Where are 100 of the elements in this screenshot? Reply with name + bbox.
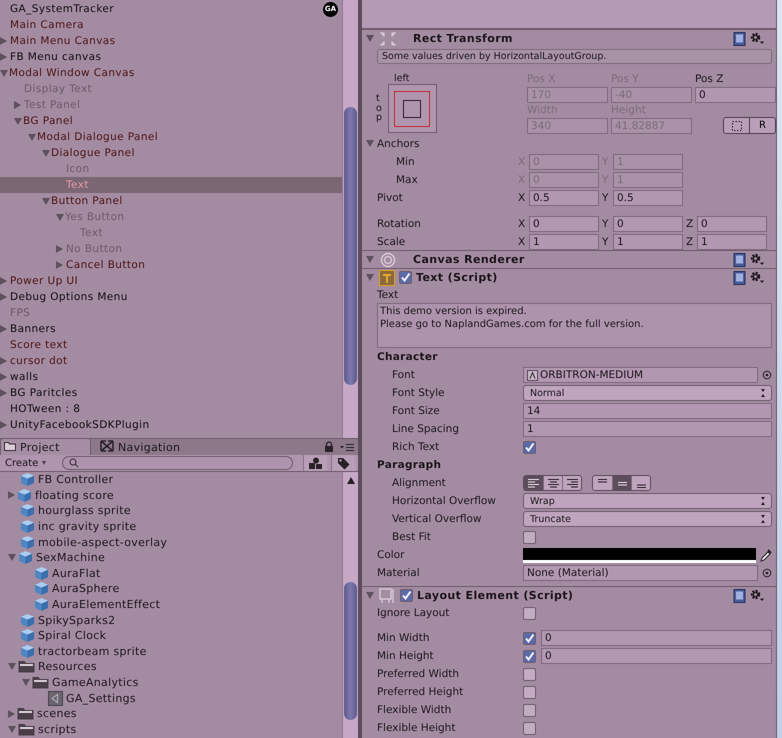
component-header[interactable]: Layout Element (Script): [362, 586, 776, 604]
hierarchy-item[interactable]: Main Camera: [0, 17, 342, 33]
object-field[interactable]: ORBITRON-MEDIUM: [523, 367, 758, 383]
filter-by-label-button[interactable]: [331, 455, 355, 471]
disclosure-arrow-icon[interactable]: [14, 118, 22, 124]
dropdown[interactable]: Truncate: [523, 511, 772, 527]
hierarchy-item[interactable]: UnityFacebookSDKPlugin: [0, 417, 342, 433]
scrollbar-thumb[interactable]: [344, 107, 357, 385]
eyedropper-icon[interactable]: [760, 548, 772, 562]
hierarchy-item[interactable]: Score text: [0, 337, 342, 353]
raw-edit-button[interactable]: R: [750, 117, 776, 134]
gear-icon[interactable]: [750, 589, 764, 602]
hierarchy-item[interactable]: Power Up UI: [0, 273, 342, 289]
asset-item[interactable]: GA_Settings: [0, 690, 342, 706]
disclosure-arrow-icon[interactable]: [0, 389, 7, 397]
help-book-icon[interactable]: [733, 270, 746, 284]
text-area[interactable]: This demo version is expired. Please go to NaplandGames.com for the full version.: [377, 303, 772, 348]
gear-icon[interactable]: [750, 271, 764, 284]
anchor-preset-button[interactable]: [388, 84, 436, 133]
disclosure-arrow-icon[interactable]: [366, 592, 374, 599]
blueprint-mode-button[interactable]: [723, 117, 750, 134]
hierarchy-item[interactable]: Modal Window Canvas: [0, 65, 342, 81]
checkbox[interactable]: [523, 686, 536, 698]
checkbox[interactable]: [523, 606, 536, 620]
asset-item[interactable]: FB Controller: [0, 472, 342, 488]
align-bottom-button[interactable]: [631, 476, 650, 490]
align-middle-button[interactable]: [612, 476, 631, 490]
disclosure-arrow-icon[interactable]: [0, 293, 7, 301]
asset-item[interactable]: Resources: [0, 659, 342, 675]
disclosure-arrow-icon[interactable]: [42, 150, 50, 156]
disclosure-arrow-icon[interactable]: [366, 35, 374, 42]
hierarchy-item[interactable]: Modal Dialogue Panel: [0, 129, 342, 145]
hierarchy-item[interactable]: BG Paritcles: [0, 385, 342, 401]
disclosure-arrow-icon[interactable]: [56, 261, 63, 269]
hierarchy-item[interactable]: Cancel Button: [0, 257, 342, 273]
asset-item[interactable]: AuraElementEffect: [0, 596, 342, 612]
align-left-button[interactable]: [524, 476, 543, 490]
component-header[interactable]: Text (Script): [362, 268, 776, 286]
align-top-button[interactable]: [593, 476, 612, 490]
gear-icon[interactable]: [750, 253, 764, 266]
color-swatch[interactable]: [523, 548, 756, 562]
hierarchy-item[interactable]: Button Panel: [0, 193, 342, 209]
disclosure-arrow-icon[interactable]: [0, 70, 8, 76]
number-field[interactable]: 1: [697, 234, 767, 250]
number-field[interactable]: 1: [529, 234, 599, 250]
number-field[interactable]: 0: [697, 216, 767, 232]
hierarchy-item[interactable]: HOTween : 8: [0, 401, 342, 417]
menu-icon[interactable]: [340, 443, 354, 452]
help-book-icon[interactable]: [733, 32, 746, 46]
number-field[interactable]: 0: [695, 87, 776, 103]
search-field[interactable]: [62, 456, 293, 470]
scrollbar[interactable]: [342, 472, 358, 738]
checkbox[interactable]: [523, 530, 536, 544]
asset-item[interactable]: scenes: [0, 706, 342, 722]
disclosure-arrow-icon[interactable]: [0, 357, 7, 365]
asset-item[interactable]: tractorbeam sprite: [0, 644, 342, 660]
number-field[interactable]: 0: [541, 648, 772, 664]
align-right-button[interactable]: [562, 476, 581, 490]
asset-item[interactable]: mobile-aspect-overlay: [0, 534, 342, 550]
disclosure-arrow-icon[interactable]: [0, 53, 7, 61]
disclosure-arrow-icon[interactable]: [28, 134, 36, 140]
object-picker-icon[interactable]: [762, 568, 772, 578]
lock-icon[interactable]: [324, 441, 334, 452]
asset-item[interactable]: scripts: [0, 722, 342, 738]
dropdown[interactable]: Normal: [523, 385, 772, 401]
asset-item[interactable]: AuraSphere: [0, 581, 342, 597]
hierarchy-item[interactable]: Debug Options Menu: [0, 289, 342, 305]
hierarchy-item[interactable]: Main Menu Canvas: [0, 33, 342, 49]
disclosure-arrow-icon[interactable]: [0, 373, 7, 381]
scrollbar[interactable]: [342, 0, 358, 438]
asset-item[interactable]: floating score: [0, 488, 342, 504]
hierarchy-item[interactable]: Banners: [0, 321, 342, 337]
asset-item[interactable]: SpikySparks2: [0, 612, 342, 628]
asset-item[interactable]: AuraFlat: [0, 566, 342, 582]
hierarchy-item[interactable]: cursor dot: [0, 353, 342, 369]
hierarchy-item[interactable]: BG Panel: [0, 113, 342, 129]
object-picker-icon[interactable]: [762, 370, 772, 380]
disclosure-arrow-icon[interactable]: [0, 277, 7, 285]
dropdown[interactable]: Wrap: [523, 493, 772, 509]
help-book-icon[interactable]: [733, 252, 746, 266]
number-field[interactable]: 0.5: [613, 190, 683, 206]
disclosure-arrow-icon[interactable]: [366, 256, 374, 263]
input-field[interactable]: 1: [523, 421, 772, 437]
disclosure-arrow-icon[interactable]: [0, 37, 7, 45]
component-header[interactable]: Rect Transform: [362, 29, 776, 47]
panel-tab[interactable]: Project: [0, 438, 91, 455]
object-field[interactable]: None (Material): [523, 565, 758, 581]
checkbox[interactable]: [523, 632, 536, 644]
asset-item[interactable]: Spiral Clock: [0, 628, 342, 644]
checkbox[interactable]: [523, 650, 536, 662]
filter-by-type-button[interactable]: [303, 455, 327, 471]
create-dropdown[interactable]: Create: [3, 458, 48, 468]
gear-icon[interactable]: [750, 32, 764, 45]
hierarchy-item[interactable]: walls: [0, 369, 342, 385]
checkbox[interactable]: [400, 589, 413, 602]
asset-item[interactable]: hourglass sprite: [0, 503, 342, 519]
asset-item[interactable]: GameAnalytics: [0, 674, 342, 690]
disclosure-arrow-icon[interactable]: [0, 325, 7, 333]
number-field[interactable]: 0: [613, 216, 683, 232]
hierarchy-item[interactable]: Dialogue Panel: [0, 145, 342, 161]
